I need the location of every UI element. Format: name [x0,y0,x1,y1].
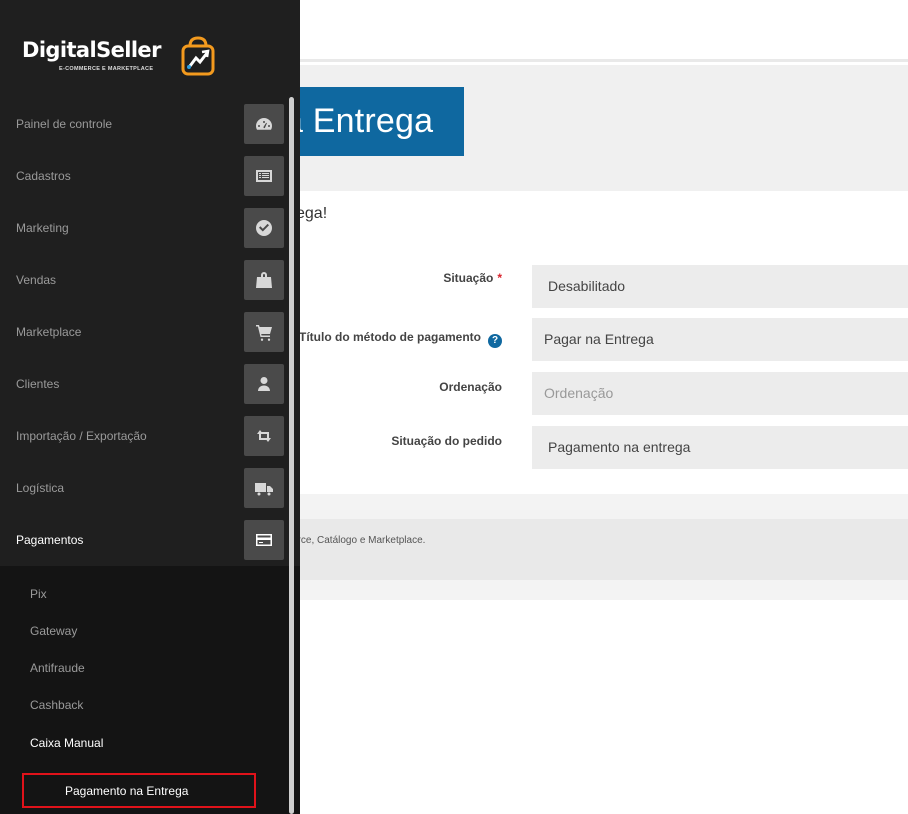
sidebar-scrollbar[interactable] [289,97,294,814]
ordenacao-input[interactable] [532,372,908,415]
sidebar-item-label: Marketing [16,221,69,235]
sidebar-item-painel[interactable]: Painel de controle [0,98,300,150]
dashboard-icon [244,104,284,144]
ordenacao-row: Ordenação [300,372,908,416]
sidebar-item-label: Importação / Exportação [16,429,147,443]
sidebar-item-pagamentos[interactable]: Pagamentos [0,514,300,566]
footer-text: erce, Catálogo e Marketplace. [292,535,426,546]
submenu-item-gateway[interactable]: Gateway [30,624,77,638]
shopping-bag-icon [244,260,284,300]
titulo-input[interactable] [532,318,908,361]
logo-bag-icon [181,36,215,76]
titulo-row: Título do método de pagamento? [299,318,908,362]
submenu-item-cashback[interactable]: Cashback [30,698,83,712]
required-mark: * [497,271,502,285]
submenu-item-caixa-manual[interactable]: Caixa Manual [30,736,103,750]
page-title: a Entrega [290,87,464,156]
situacao-pedido-row: Situação do pedido Pagamento na entrega [300,426,908,470]
sidebar-item-cadastros[interactable]: Cadastros [0,150,300,202]
sidebar-item-label: Cadastros [16,169,71,183]
submenu-item-label: Pagamento na Entrega [65,784,189,798]
credit-card-icon [244,520,284,560]
check-circle-icon [244,208,284,248]
sidebar-item-importacao[interactable]: Importação / Exportação [0,410,300,462]
truck-icon [244,468,284,508]
logo-name: DigitalSeller [22,38,161,62]
page: a Entrega ega! Situação * Desabilitado Tí… [0,0,908,814]
page-title-text: a Entrega [290,102,434,140]
exchange-icon [244,416,284,456]
sidebar: DigitalSeller E-COMMERCE E MARKETPLACE P… [0,0,300,814]
user-icon [244,364,284,404]
sidebar-item-label: Logística [16,481,65,495]
sidebar-item-label: Marketplace [16,325,82,339]
intro-text: ega! [296,205,328,222]
submenu-item-pagamento-na-entrega[interactable]: Pagamento na Entrega [22,773,256,808]
ordenacao-label: Ordenação [439,380,502,394]
logo[interactable]: DigitalSeller E-COMMERCE E MARKETPLACE [22,38,161,72]
cart-icon [244,312,284,352]
situacao-pedido-select[interactable]: Pagamento na entrega [532,426,908,469]
sidebar-item-logistica[interactable]: Logística [0,462,300,514]
sidebar-item-label: Clientes [16,377,60,391]
sidebar-item-vendas[interactable]: Vendas [0,254,300,306]
sidebar-item-clientes[interactable]: Clientes [0,358,300,410]
help-icon[interactable]: ? [488,334,502,348]
situacao-select[interactable]: Desabilitado [532,265,908,308]
titulo-label: Título do método de pagamento? [299,330,502,348]
sidebar-item-marketplace[interactable]: Marketplace [0,306,300,358]
sidebar-item-label: Pagamentos [16,533,84,547]
submenu-item-pix[interactable]: Pix [30,587,47,601]
logo-tagline: E-COMMERCE E MARKETPLACE [59,66,154,72]
sidebar-item-label: Painel de controle [16,117,113,131]
situacao-label: Situação * [443,271,502,285]
sidebar-item-marketing[interactable]: Marketing [0,202,300,254]
situacao-row: Situação * Desabilitado [300,265,908,309]
list-icon [244,156,284,196]
situacao-pedido-label: Situação do pedido [391,434,502,448]
sidebar-item-label: Vendas [16,273,57,287]
submenu-item-antifraude[interactable]: Antifraude [30,661,85,675]
